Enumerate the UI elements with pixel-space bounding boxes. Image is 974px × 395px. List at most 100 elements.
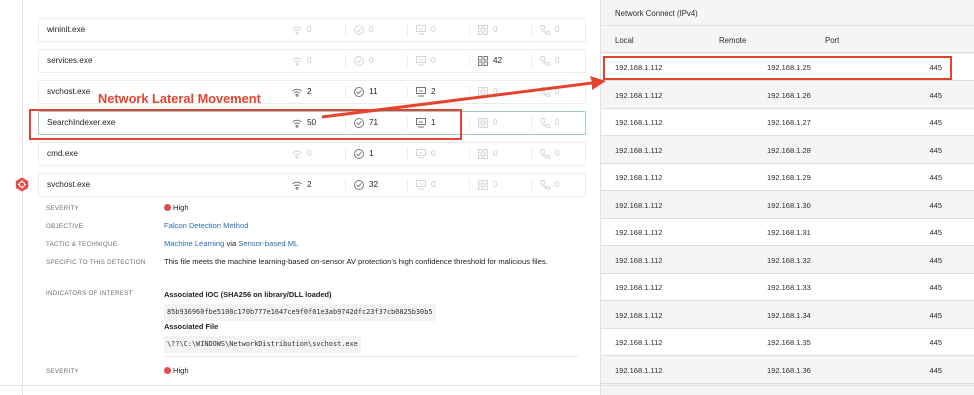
disk-cell[interactable]: 0 — [407, 19, 469, 41]
details-divider — [164, 356, 578, 357]
local-address: 192.168.1.112 — [615, 338, 663, 347]
table-row[interactable]: 192.168.1.112 192.168.1.30 445 — [601, 192, 974, 219]
registry-icon — [539, 117, 551, 129]
registry-cell[interactable]: 0 — [531, 81, 585, 103]
disk-icon — [415, 148, 427, 160]
network-cell[interactable]: 2 — [283, 81, 345, 103]
dns-cell[interactable]: 1 — [345, 143, 407, 165]
port-value: 445 — [929, 283, 942, 292]
process-name: services.exe — [47, 56, 93, 65]
table-row[interactable]: 192.168.1.112 192.168.1.31 445 — [601, 219, 974, 246]
modules-cell[interactable]: 0 — [469, 143, 531, 165]
registry-cell[interactable]: 0 — [531, 50, 585, 72]
table-row[interactable]: 192.168.1.112 192.168.1.35 445 — [601, 329, 974, 356]
registry-icon — [539, 86, 551, 98]
process-row[interactable]: services.exe 0 0 0 42 0 — [38, 49, 586, 73]
ioi-label: INDICATORS OF INTEREST — [46, 290, 133, 297]
port-value: 445 — [929, 173, 942, 182]
ioc-hash[interactable]: 85b936960fbe5100c170b777e1647ce9f0f01e3a… — [164, 304, 436, 321]
registry-cell[interactable]: 0 — [531, 174, 585, 196]
file-title: Associated File — [164, 322, 219, 331]
network-cell[interactable]: 2 — [283, 174, 345, 196]
network-cell[interactable]: 0 — [283, 19, 345, 41]
modules-icon — [477, 117, 489, 129]
network-cell[interactable]: 0 — [283, 143, 345, 165]
table-row[interactable]: 192.168.1.112 192.168.1.28 445 — [601, 137, 974, 164]
objective-link[interactable]: Falcon Detection Method — [164, 220, 248, 233]
wifi-icon — [291, 86, 303, 98]
dns-cell[interactable]: 0 — [345, 50, 407, 72]
file-path[interactable]: \??\C:\WINDOWS\NetworkDistribution\svcho… — [164, 336, 361, 353]
dns-cell[interactable]: 32 — [345, 174, 407, 196]
process-row[interactable]: wininit.exe 0 0 0 0 0 — [38, 18, 586, 42]
table-row[interactable]: 192.168.1.112 192.168.1.29 445 — [601, 164, 974, 191]
remote-address: 192.168.1.29 — [767, 173, 811, 182]
table-row[interactable]: 192.168.1.112 192.168.1.33 445 — [601, 274, 974, 301]
table-row[interactable]: 192.168.1.112 192.168.1.32 445 — [601, 247, 974, 274]
registry-cell[interactable]: 0 — [531, 112, 585, 134]
modules-cell[interactable]: 0 — [469, 19, 531, 41]
tactic-value: Machine Learning via Sensor-based ML — [164, 238, 298, 251]
registry-cell[interactable]: 0 — [531, 19, 585, 41]
registry-icon — [539, 55, 551, 67]
disk-cell[interactable]: 2 — [407, 81, 469, 103]
severity-text: High — [173, 203, 189, 212]
connection-highlight-box — [603, 56, 952, 80]
panel-title: Network Connect (IPv4) — [615, 9, 698, 18]
modules-cell[interactable]: 42 — [469, 50, 531, 72]
tactic-label: TACTIC & TECHNIQUE — [46, 241, 118, 248]
tactic-link[interactable]: Machine Learning — [164, 239, 224, 248]
local-address: 192.168.1.112 — [615, 118, 663, 127]
severity-label-2: SEVERITY — [46, 368, 80, 375]
table-row[interactable]: 192.168.1.112 192.168.1.26 445 — [601, 82, 974, 109]
modules-icon — [477, 179, 489, 191]
table-row[interactable]: 192.168.1.112 192.168.1.34 445 — [601, 302, 974, 329]
process-row[interactable]: cmd.exe 0 1 0 0 0 — [38, 142, 586, 166]
local-address: 192.168.1.112 — [615, 365, 663, 375]
registry-cell[interactable]: 0 — [531, 143, 585, 165]
dns-count: 32 — [369, 180, 379, 189]
detection-badge-icon[interactable] — [15, 177, 29, 192]
modules-icon — [477, 55, 489, 67]
remote-address: 192.168.1.34 — [767, 310, 811, 320]
wifi-icon — [291, 55, 303, 67]
disk-cell[interactable]: 0 — [407, 50, 469, 72]
registry-count: 0 — [555, 180, 560, 189]
local-address: 192.168.1.112 — [615, 283, 663, 292]
column-header-remote[interactable]: Remote — [719, 36, 746, 45]
port-value: 445 — [929, 365, 942, 375]
network-cell[interactable]: 0 — [283, 50, 345, 72]
disk-cell[interactable]: 0 — [407, 174, 469, 196]
modules-cell[interactable]: 0 — [469, 81, 531, 103]
modules-count: 0 — [493, 118, 498, 127]
local-address: 192.168.1.112 — [615, 200, 663, 210]
registry-icon — [539, 179, 551, 191]
process-row[interactable]: svchost.exe 2 32 0 0 0 — [38, 173, 586, 197]
severity-dot-icon — [164, 204, 171, 211]
file-path-wrap: \??\C:\WINDOWS\NetworkDistribution\svcho… — [164, 336, 361, 353]
modules-cell[interactable]: 0 — [469, 174, 531, 196]
network-count: 2 — [307, 180, 312, 189]
local-address: 192.168.1.112 — [615, 228, 663, 237]
process-tree-panel: wininit.exe 0 0 0 0 0 services.exe 0 0 0… — [0, 0, 600, 395]
technique-link[interactable]: Sensor-based ML — [238, 239, 298, 248]
process-name: svchost.exe — [47, 87, 91, 96]
dns-cell[interactable]: 11 — [345, 81, 407, 103]
port-value: 445 — [929, 310, 942, 320]
disk-count: 0 — [431, 149, 436, 158]
port-value: 445 — [929, 90, 942, 100]
table-row[interactable]: 192.168.1.112 192.168.1.36 445 — [601, 357, 974, 384]
disk-count: 0 — [431, 25, 436, 34]
disk-icon — [415, 55, 427, 67]
dns-count: 0 — [369, 25, 374, 34]
table-row[interactable]: 192.168.1.112 192.168.1.27 445 — [601, 109, 974, 136]
column-header-local[interactable]: Local — [615, 36, 634, 45]
modules-cell[interactable]: 0 — [469, 112, 531, 134]
modules-count: 42 — [493, 56, 503, 65]
dns-cell[interactable]: 0 — [345, 19, 407, 41]
column-header-port[interactable]: Port — [825, 36, 839, 45]
disk-cell[interactable]: 0 — [407, 143, 469, 165]
disk-count: 0 — [431, 180, 436, 189]
wifi-icon — [291, 24, 303, 36]
panel-title-divider — [601, 25, 974, 26]
